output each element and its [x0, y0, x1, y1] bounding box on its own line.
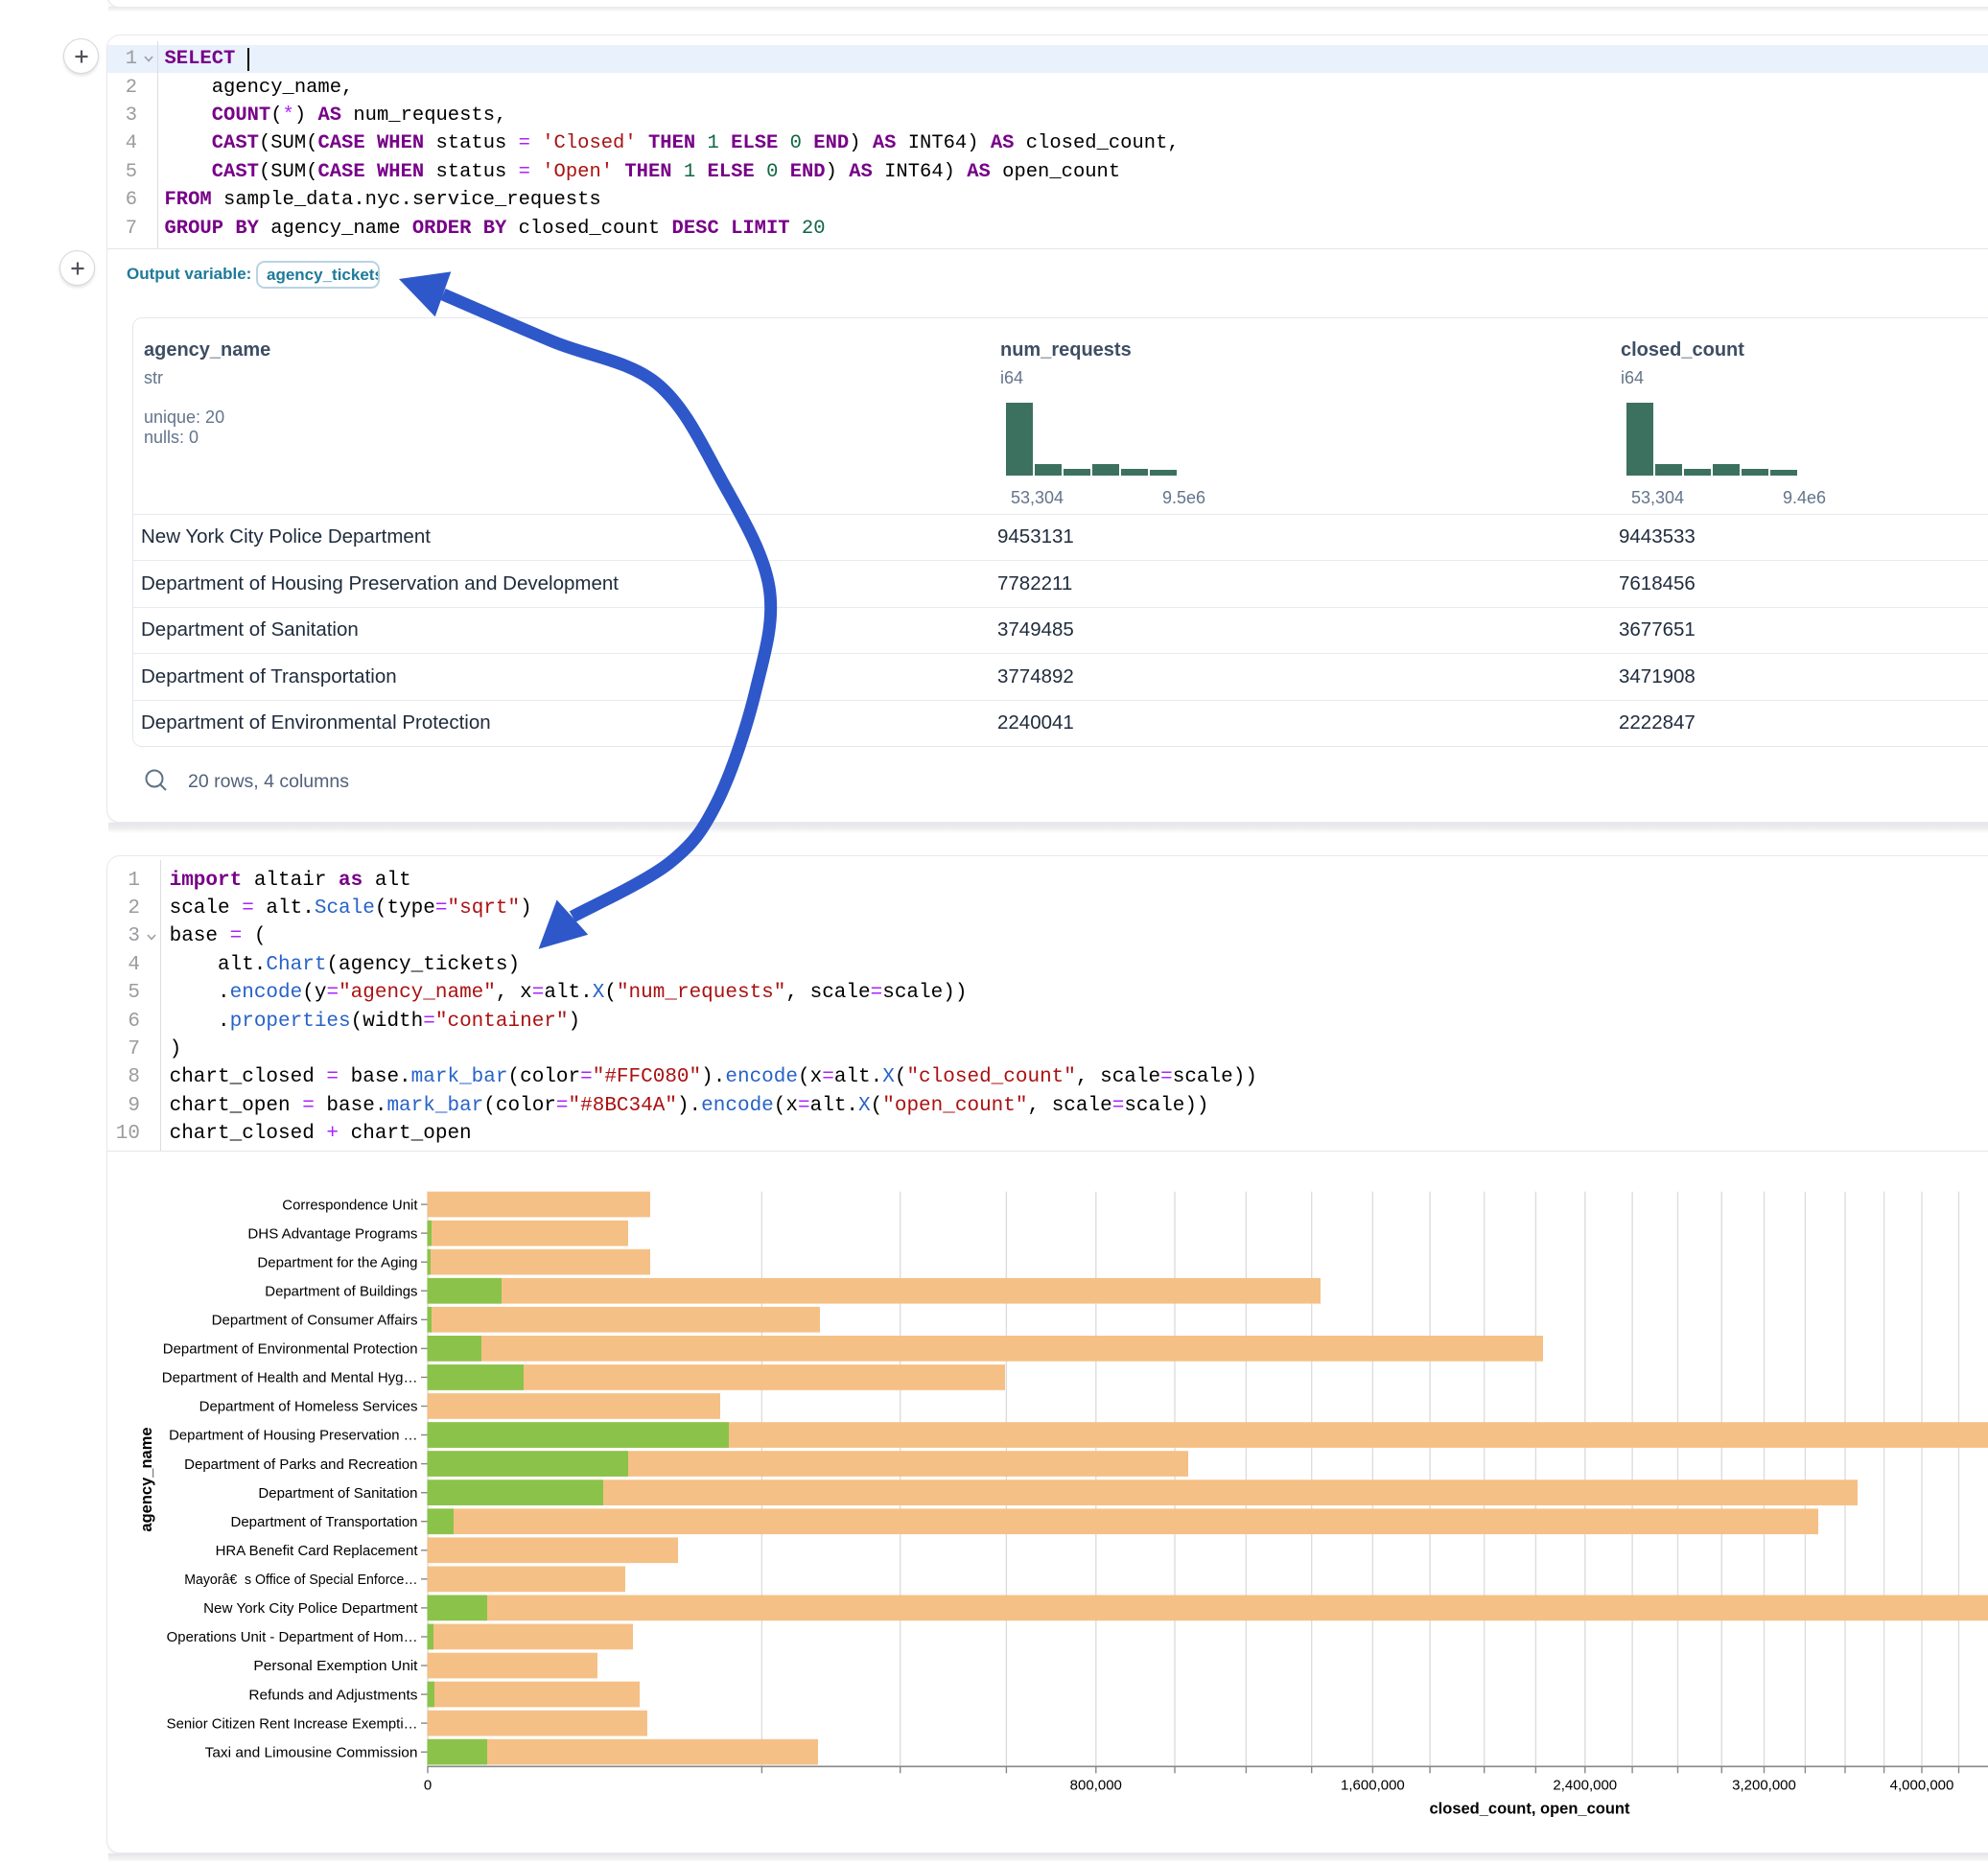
- svg-text:Personal Exemption Unit: Personal Exemption Unit: [253, 1659, 417, 1674]
- svg-text:Department of Transportation: Department of Transportation: [231, 1515, 418, 1530]
- svg-text:Department of Consumer Affairs: Department of Consumer Affairs: [212, 1314, 418, 1329]
- svg-text:3,200,000: 3,200,000: [1732, 1777, 1796, 1793]
- svg-text:DHS Advantage Programs: DHS Advantage Programs: [247, 1226, 417, 1242]
- svg-text:Mayorâ€ s Office of Special E: Mayorâ€ s Office of Special Enforce…: [184, 1573, 417, 1588]
- svg-text:agency_name: agency_name: [138, 1427, 155, 1531]
- svg-text:4,000,000: 4,000,000: [1890, 1777, 1954, 1793]
- svg-text:Department of Parks and Recrea: Department of Parks and Recreation: [184, 1457, 417, 1473]
- svg-text:Correspondence Unit: Correspondence Unit: [282, 1198, 417, 1213]
- svg-text:Department of Health and Menta: Department of Health and Mental Hyg…: [162, 1371, 418, 1386]
- svg-text:2,400,000: 2,400,000: [1553, 1777, 1617, 1793]
- svg-text:Operations Unit - Department o: Operations Unit - Department of Hom…: [167, 1630, 418, 1645]
- svg-text:Department of Buildings: Department of Buildings: [265, 1284, 417, 1299]
- svg-text:HRA Benefit Card Replacement: HRA Benefit Card Replacement: [216, 1544, 418, 1559]
- svg-text:Taxi and Limousine Commission: Taxi and Limousine Commission: [205, 1745, 418, 1760]
- svg-text:Department of Environmental Pr: Department of Environmental Protection: [163, 1342, 418, 1358]
- svg-text:Refunds and Adjustments: Refunds and Adjustments: [248, 1688, 417, 1703]
- svg-text:New York City Police Departmen: New York City Police Department: [203, 1601, 417, 1617]
- svg-text:0: 0: [424, 1777, 432, 1793]
- svg-text:Department of Housing Preserva: Department of Housing Preservation …: [169, 1429, 417, 1444]
- svg-text:closed_count, open_count: closed_count, open_count: [1429, 1800, 1630, 1817]
- svg-text:800,000: 800,000: [1070, 1777, 1122, 1793]
- svg-text:Department of Homeless Service: Department of Homeless Services: [199, 1400, 418, 1415]
- svg-text:Senior Citizen Rent Increase E: Senior Citizen Rent Increase Exempti…: [167, 1716, 418, 1732]
- svg-text:1,600,000: 1,600,000: [1341, 1777, 1405, 1793]
- svg-text:Department of Sanitation: Department of Sanitation: [258, 1486, 417, 1502]
- svg-text:Department for the Aging: Department for the Aging: [257, 1255, 417, 1270]
